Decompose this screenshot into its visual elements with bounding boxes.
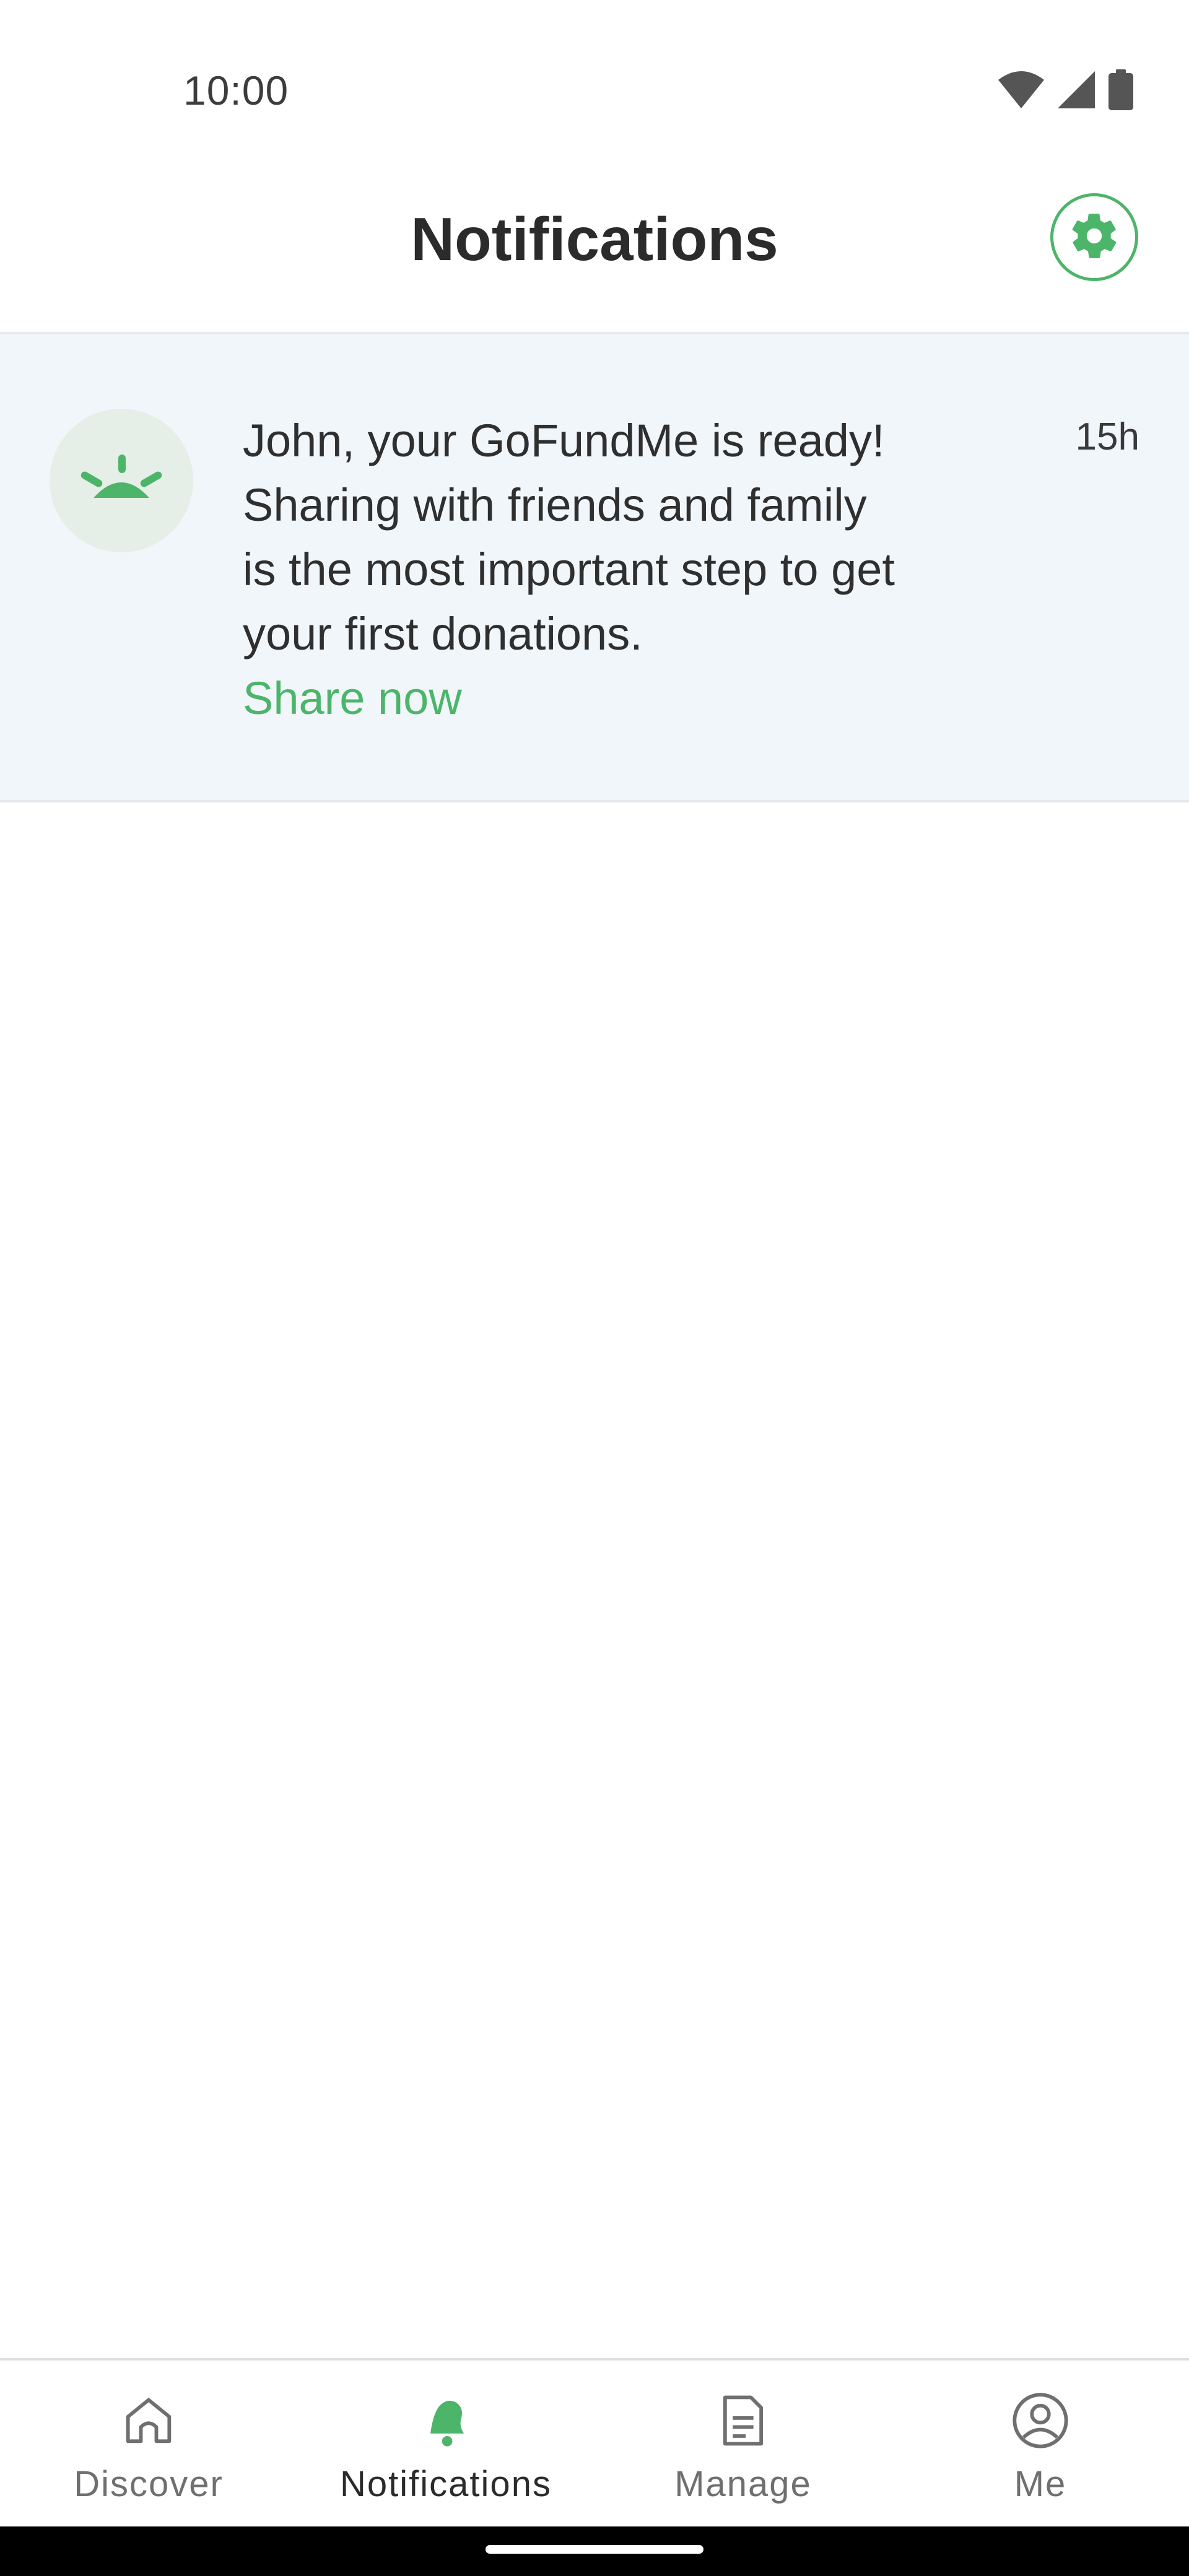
notification-line: John, your GoFundMe is ready! — [243, 415, 885, 466]
system-gesture-bar — [0, 2526, 1189, 2576]
gofundme-sunrise-icon — [75, 454, 168, 507]
nav-label: Notifications — [340, 2464, 552, 2504]
nav-item-notifications[interactable]: Notifications — [297, 2361, 594, 2529]
nav-item-discover[interactable]: Discover — [0, 2361, 297, 2529]
home-icon — [115, 2387, 183, 2455]
gear-icon — [1068, 209, 1121, 266]
notifications-screen: 10:00 Notifications John, your GoFundMe … — [0, 0, 1189, 2576]
app-header: Notifications — [0, 155, 1189, 334]
notification-item[interactable]: John, your GoFundMe is ready! Sharing wi… — [0, 334, 1189, 803]
notification-line: is the most important step to get — [243, 544, 895, 595]
notification-time: 15h — [1075, 416, 1139, 458]
battery-icon — [1108, 69, 1133, 113]
home-gesture-handle[interactable] — [486, 2545, 703, 2554]
notification-line: your first donations. — [243, 608, 643, 659]
notification-line: Sharing with friends and family — [243, 479, 867, 531]
cellular-signal-icon — [1058, 71, 1095, 111]
status-icons — [998, 69, 1133, 113]
profile-icon — [1006, 2387, 1074, 2455]
nav-item-manage[interactable]: Manage — [594, 2361, 892, 2529]
page-title: Notifications — [411, 205, 778, 273]
status-time: 10:00 — [183, 67, 289, 113]
notification-avatar — [50, 409, 193, 552]
nav-item-me[interactable]: Me — [892, 2361, 1189, 2529]
nav-label: Manage — [674, 2464, 812, 2504]
notification-message: John, your GoFundMe is ready! Sharing wi… — [243, 409, 986, 731]
nav-label: Discover — [74, 2464, 224, 2504]
share-now-link[interactable]: Share now — [243, 666, 986, 731]
bottom-navigation: Discover Notifications Manage Me — [0, 2358, 1189, 2529]
nav-label: Me — [1014, 2464, 1067, 2504]
status-bar: 10:00 — [0, 0, 1189, 155]
wifi-icon — [998, 71, 1044, 111]
settings-button[interactable] — [1050, 193, 1138, 281]
bell-icon — [412, 2387, 480, 2455]
document-icon — [709, 2387, 777, 2455]
